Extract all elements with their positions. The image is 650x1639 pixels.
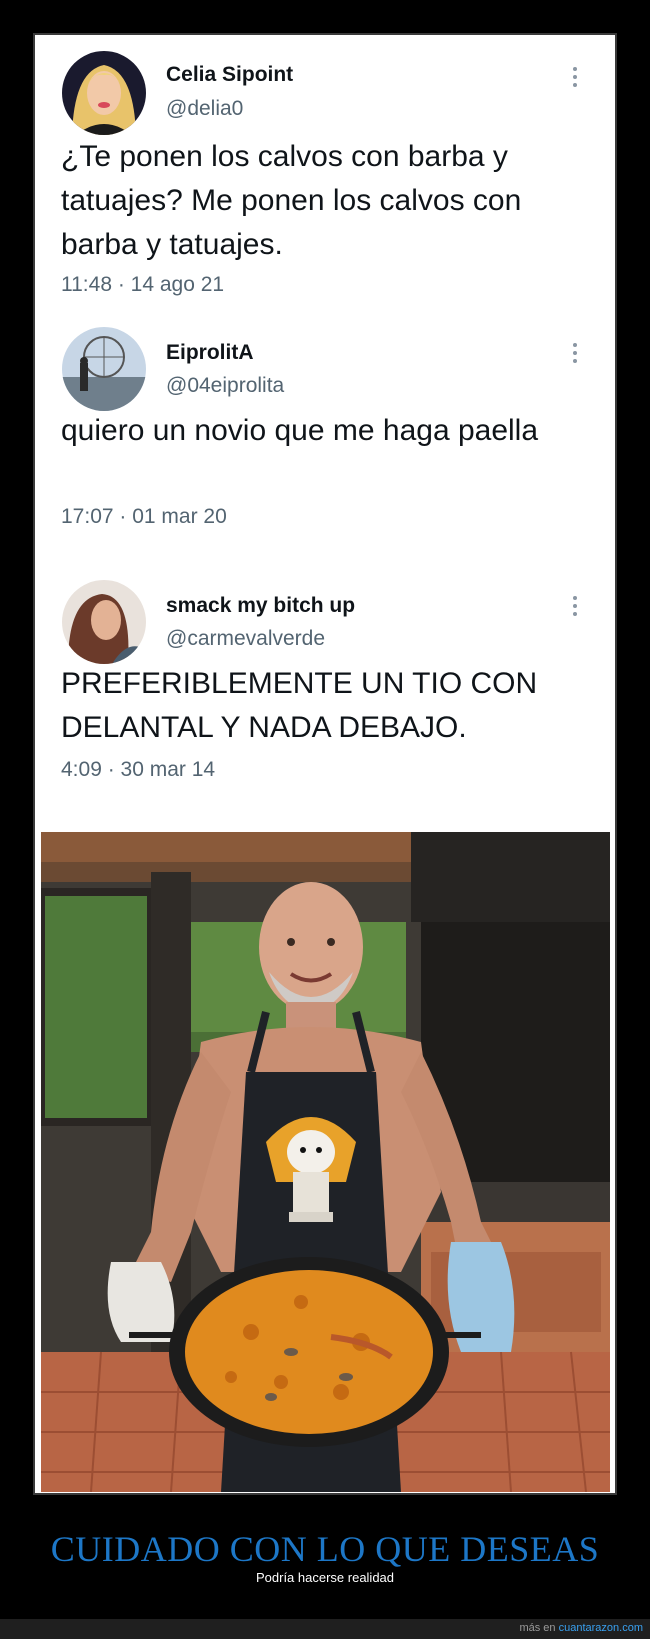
more-options-icon[interactable] [572, 343, 578, 367]
avatar[interactable] [62, 580, 146, 664]
tweet-photo[interactable] [41, 832, 610, 1492]
tweet-timestamp[interactable]: 17:07 · 01 mar 20 [61, 505, 227, 529]
avatar[interactable] [62, 51, 146, 135]
meme-title: CUIDADO CON LO QUE DESEAS [50, 1529, 600, 1569]
footer-bar: más en cuantarazon.com [0, 1619, 650, 1639]
meme-panel: Celia Sipoint @delia0 ¿Te ponen los calv… [33, 33, 617, 1495]
meme-subtitle: Podría hacerse realidad [255, 1570, 395, 1585]
user-handle[interactable]: @carmevalverde [166, 627, 325, 651]
more-options-icon[interactable] [572, 596, 578, 620]
display-name[interactable]: EiprolitA [166, 341, 254, 365]
tweet-timestamp[interactable]: 11:48 · 14 ago 21 [61, 273, 224, 297]
tweet-text: quiero un novio que me haga paella [61, 414, 539, 447]
tweet-text: ¿Te ponen los calvos con barba y tatuaje… [61, 140, 522, 261]
user-handle[interactable]: @delia0 [166, 97, 243, 121]
more-options-icon[interactable] [572, 67, 578, 91]
footer-credit: más en cuantarazon.com [519, 1622, 643, 1634]
display-name[interactable]: smack my bitch up [166, 594, 355, 618]
display-name[interactable]: Celia Sipoint [166, 63, 293, 87]
tweet-timestamp[interactable]: 4:09 · 30 mar 14 [61, 758, 215, 782]
site-link[interactable]: cuantarazon.com [559, 1622, 643, 1634]
avatar[interactable] [62, 327, 146, 411]
tweet-text: PREFERIBLEMENTE UN TIO CON DELANTAL Y NA… [61, 667, 538, 744]
user-handle[interactable]: @04eiprolita [166, 374, 284, 398]
footer-prefix: más en [519, 1622, 556, 1634]
